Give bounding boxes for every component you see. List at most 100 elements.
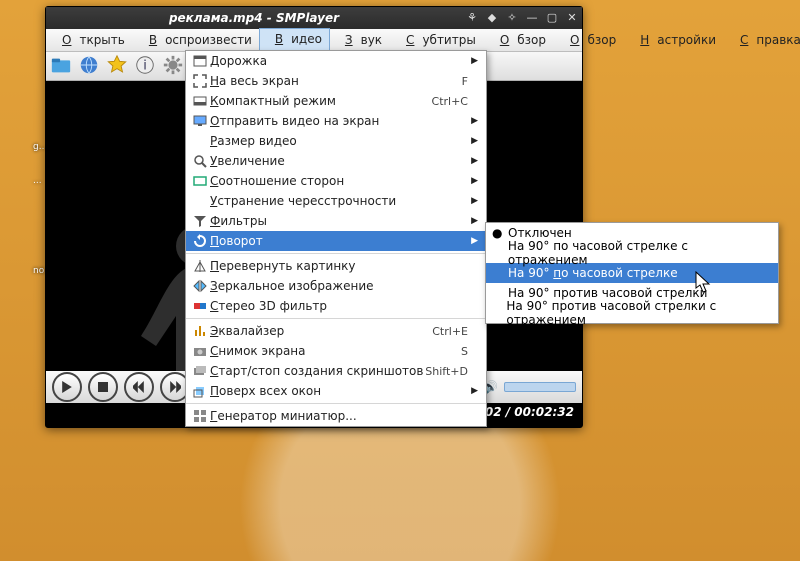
menu-item[interactable]: Старт/стоп создания скриншотовShift+D (186, 361, 486, 381)
titlebar[interactable]: реклама.mp4 - SMPlayer ⚘ ◆ ✧ — ▢ ✕ (46, 7, 582, 29)
menu-item-label: Зеркальное изображение (210, 279, 468, 293)
settings-icon[interactable]: ✧ (504, 10, 520, 26)
screen-icon (190, 114, 210, 128)
mirror-icon (190, 279, 210, 293)
menu-shortcut: Ctrl+C (432, 95, 468, 108)
up-icon[interactable]: ◆ (484, 10, 500, 26)
submenu-arrow-icon: ▶ (468, 386, 478, 396)
menu-item[interactable]: Фильтры▶ (186, 211, 486, 231)
menu-item[interactable]: Отправить видео на экран▶ (186, 111, 486, 131)
menu-item[interactable]: Увеличение▶ (186, 151, 486, 171)
menu-item-label: На весь экран (210, 74, 462, 88)
track-icon (190, 54, 210, 68)
menu-item-label: Эквалайзер (210, 324, 432, 338)
fullscreen-icon (190, 74, 210, 88)
3d-icon (190, 299, 210, 313)
menu-item-label: Размер видео (210, 134, 468, 148)
menu-item[interactable]: Устранение чересстрочности▶ (186, 191, 486, 211)
eq-icon (190, 324, 210, 338)
video-menu[interactable]: Дорожка▶На весь экранFКомпактный режимCt… (185, 50, 487, 427)
submenu-item[interactable]: На 90° по часовой стрелке с отражением (486, 243, 778, 263)
network-icon[interactable]: ⚘ (464, 10, 480, 26)
window-title: реклама.mp4 - SMPlayer (46, 11, 462, 25)
menu-item-label: Компактный режим (210, 94, 432, 108)
play-button[interactable] (52, 372, 82, 402)
menu-item[interactable]: Снимок экранаS (186, 341, 486, 361)
rotate-submenu[interactable]: ●ОтключенНа 90° по часовой стрелке с отр… (485, 222, 779, 324)
rewind-button[interactable] (124, 372, 154, 402)
compact-icon (190, 94, 210, 108)
menu-звук[interactable]: Звук (329, 29, 390, 51)
filter-icon (190, 214, 210, 228)
menubar[interactable]: ОткрытьВоспроизвестиВидеоЗвукСубтитрыОбз… (46, 29, 582, 52)
maximize-button[interactable]: ▢ (544, 10, 560, 26)
submenu-item[interactable]: На 90° против часовой стрелки с отражени… (486, 303, 778, 323)
submenu-arrow-icon: ▶ (468, 196, 478, 206)
close-button[interactable]: ✕ (564, 10, 580, 26)
svg-text:i: i (143, 58, 147, 73)
menu-item-label: Стерео 3D фильтр (210, 299, 468, 313)
menu-item[interactable]: Соотношение сторон▶ (186, 171, 486, 191)
menu-воспроизвести[interactable]: Воспроизвести (133, 29, 260, 51)
menu-item[interactable]: Зеркальное изображение (186, 276, 486, 296)
menu-item-label: Соотношение сторон (210, 174, 468, 188)
submenu-arrow-icon: ▶ (468, 216, 478, 226)
rotate-icon (190, 234, 210, 248)
favorites-icon[interactable] (106, 54, 128, 79)
submenu-arrow-icon: ▶ (468, 176, 478, 186)
menu-item[interactable]: Дорожка▶ (186, 51, 486, 71)
menu-item[interactable]: На весь экранF (186, 71, 486, 91)
menu-item[interactable]: Перевернуть картинку (186, 256, 486, 276)
submenu-item-label: На 90° по часовой стрелке (508, 266, 678, 280)
thumb-icon (190, 409, 210, 423)
info-icon[interactable]: i (134, 54, 156, 79)
menu-item[interactable]: Генератор миниатюр... (186, 406, 486, 426)
settings-gear-icon[interactable] (162, 54, 184, 79)
menu-item[interactable]: Поверх всех окон▶ (186, 381, 486, 401)
menu-обзор[interactable]: Обзор (554, 29, 624, 51)
zoom-icon (190, 154, 210, 168)
minimize-button[interactable]: — (524, 10, 540, 26)
submenu-item-label: Отключен (508, 226, 572, 240)
menu-shortcut: S (461, 345, 468, 358)
menu-item[interactable]: Поворот▶ (186, 231, 486, 251)
shots-icon (190, 364, 210, 378)
menu-shortcut: Shift+D (425, 365, 468, 378)
menu-item[interactable]: Размер видео▶ (186, 131, 486, 151)
menu-item-label: Снимок экрана (210, 344, 461, 358)
open-file-icon[interactable] (50, 54, 72, 79)
shot-icon (190, 344, 210, 358)
submenu-arrow-icon: ▶ (468, 116, 478, 126)
menu-обзор[interactable]: Обзор (484, 29, 554, 51)
menu-item-label: Увеличение (210, 154, 468, 168)
menu-item[interactable]: ЭквалайзерCtrl+E (186, 321, 486, 341)
submenu-item-label: На 90° по часовой стрелке с отражением (508, 239, 770, 267)
submenu-arrow-icon: ▶ (468, 56, 478, 66)
menu-item-label: Поверх всех окон (210, 384, 468, 398)
menu-item[interactable]: Компактный режимCtrl+C (186, 91, 486, 111)
menu-item-label: Старт/стоп создания скриншотов (210, 364, 425, 378)
submenu-arrow-icon: ▶ (468, 156, 478, 166)
flip-icon (190, 259, 210, 273)
menu-настройки[interactable]: Настройки (624, 29, 724, 51)
menu-item-label: Дорожка (210, 54, 468, 68)
menu-shortcut: Ctrl+E (432, 325, 468, 338)
menu-item[interactable]: Стерео 3D фильтр (186, 296, 486, 316)
menu-item-label: Генератор миниатюр... (210, 409, 468, 423)
menu-видео[interactable]: Видео (259, 28, 330, 51)
menu-открыть[interactable]: Открыть (46, 29, 133, 51)
menu-shortcut: F (462, 75, 468, 88)
menu-item-label: Устранение чересстрочности (210, 194, 468, 208)
submenu-item-label: На 90° против часовой стрелки (508, 286, 707, 300)
menu-item-label: Поворот (210, 234, 468, 248)
globe-icon[interactable] (78, 54, 100, 79)
submenu-arrow-icon: ▶ (468, 136, 478, 146)
menu-субтитры[interactable]: Субтитры (390, 29, 484, 51)
volume-slider[interactable] (504, 382, 576, 392)
aspect-icon (190, 174, 210, 188)
submenu-arrow-icon: ▶ (468, 236, 478, 246)
stop-button[interactable] (88, 372, 118, 402)
menu-item-label: Фильтры (210, 214, 468, 228)
radio-icon: ● (492, 226, 508, 240)
menu-справка[interactable]: Справка (724, 29, 800, 51)
